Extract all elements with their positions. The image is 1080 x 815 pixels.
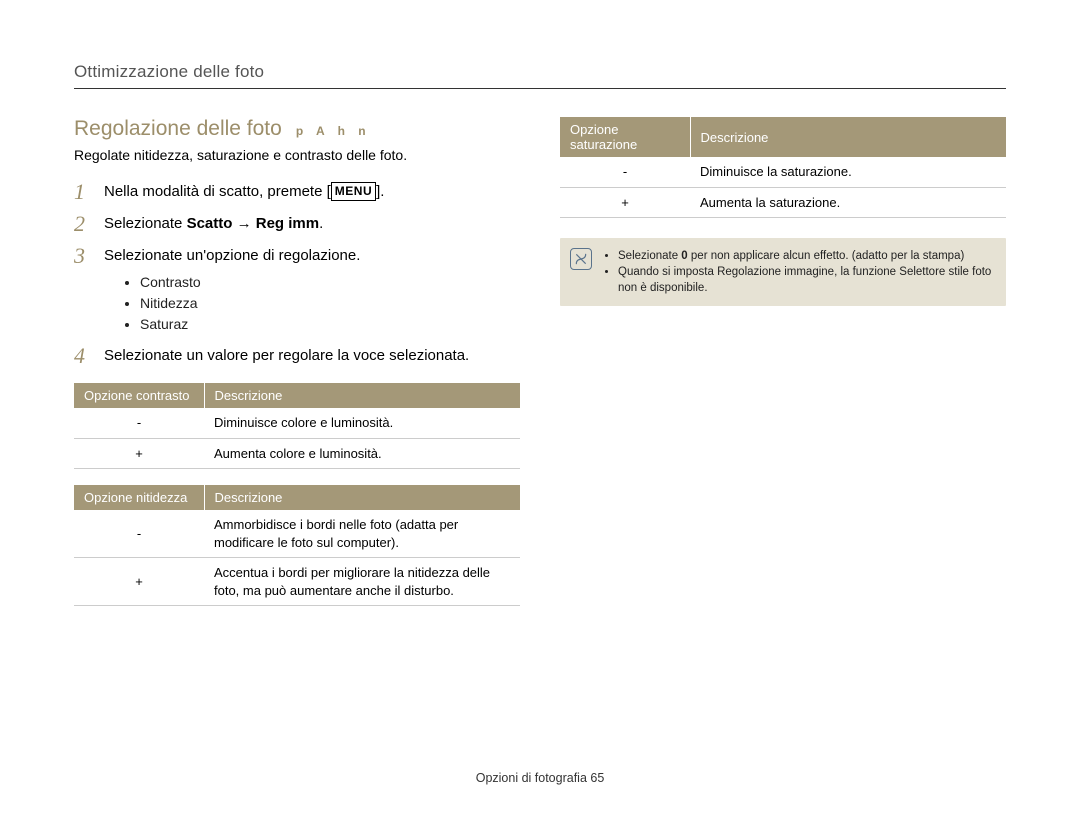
step-number: 4 bbox=[74, 345, 94, 367]
step-text: Selezionate un valore per regolare la vo… bbox=[104, 345, 469, 366]
table-row: - Diminuisce colore e luminosità. bbox=[74, 408, 520, 438]
step-3: 3 Selezionate un'opzione di regolazione.… bbox=[74, 245, 520, 335]
step-number: 1 bbox=[74, 181, 94, 203]
note-box: Selezionate 0 per non applicare alcun ef… bbox=[560, 238, 1006, 306]
step-text: Selezionate Scatto → Reg imm. bbox=[104, 213, 323, 234]
footer-section: Opzioni di fotografia bbox=[476, 771, 591, 785]
step-3-options: Contrasto Nitidezza Saturaz bbox=[140, 272, 360, 335]
note-item: Selezionate 0 per non applicare alcun ef… bbox=[618, 248, 994, 264]
table-cell-option: + bbox=[560, 187, 690, 218]
table-header: Descrizione bbox=[204, 383, 520, 408]
table-contrast: Opzione contrasto Descrizione - Diminuis… bbox=[74, 383, 520, 469]
steps-list: 1 Nella modalità di scatto, premete [MEN… bbox=[74, 181, 520, 367]
table-header: Opzione nitidezza bbox=[74, 485, 204, 510]
table-saturation: Opzione saturazione Descrizione - Diminu… bbox=[560, 117, 1006, 218]
table-cell-option: - bbox=[560, 157, 690, 187]
step-text-part: Selezionate bbox=[104, 215, 187, 232]
table-cell-desc: Aumenta la saturazione. bbox=[690, 187, 1006, 218]
heading-row: Regolazione delle foto p A h n bbox=[74, 117, 520, 141]
table-sharpness: Opzione nitidezza Descrizione - Ammorbid… bbox=[74, 485, 520, 606]
step-text-part: Nella modalità di scatto, premete [ bbox=[104, 183, 331, 200]
table-header: Descrizione bbox=[690, 117, 1006, 157]
column-left: Regolazione delle foto p A h n Regolate … bbox=[74, 117, 520, 606]
table-cell-option: - bbox=[74, 408, 204, 438]
table-row: + Aumenta colore e luminosità. bbox=[74, 438, 520, 469]
table-row: + Accentua i bordi per migliorare la nit… bbox=[74, 558, 520, 606]
table-row: + Aumenta la saturazione. bbox=[560, 187, 1006, 218]
table-cell-option: + bbox=[74, 438, 204, 469]
footer-page-number: 65 bbox=[590, 771, 604, 785]
table-header: Descrizione bbox=[204, 485, 520, 510]
step-text: Selezionate un'opzione di regolazione. C… bbox=[104, 245, 360, 335]
menu-button-label: MENU bbox=[331, 182, 376, 201]
step-text-bold: Scatto → Reg imm bbox=[187, 215, 320, 232]
footer: Opzioni di fotografia 65 bbox=[0, 771, 1080, 785]
mode-badges: p A h n bbox=[296, 124, 371, 138]
note-text-part: Selezionate bbox=[618, 250, 681, 262]
info-icon bbox=[570, 248, 592, 270]
step-text-part: ]. bbox=[376, 183, 384, 200]
step-number: 2 bbox=[74, 213, 94, 235]
column-right: Opzione saturazione Descrizione - Diminu… bbox=[560, 117, 1006, 606]
table-cell-option: - bbox=[74, 510, 204, 558]
table-cell-desc: Diminuisce colore e luminosità. bbox=[204, 408, 520, 438]
step-2: 2 Selezionate Scatto → Reg imm. bbox=[74, 213, 520, 235]
step-4: 4 Selezionate un valore per regolare la … bbox=[74, 345, 520, 367]
table-row: - Ammorbidisce i bordi nelle foto (adatt… bbox=[74, 510, 520, 558]
intro-text: Regolate nitidezza, saturazione e contra… bbox=[74, 147, 520, 163]
note-text-part: per non applicare alcun effetto. (adatto… bbox=[688, 250, 965, 262]
table-cell-desc: Diminuisce la saturazione. bbox=[690, 157, 1006, 187]
section-divider bbox=[74, 88, 1006, 89]
option-contrasto: Contrasto bbox=[140, 272, 360, 293]
step-text: Nella modalità di scatto, premete [MENU]… bbox=[104, 181, 384, 202]
step-number: 3 bbox=[74, 245, 94, 267]
table-row: - Diminuisce la saturazione. bbox=[560, 157, 1006, 187]
table-cell-option: + bbox=[74, 558, 204, 606]
table-cell-desc: Ammorbidisce i bordi nelle foto (adatta … bbox=[204, 510, 520, 558]
step-text-part: . bbox=[319, 215, 323, 232]
table-header: Opzione saturazione bbox=[560, 117, 690, 157]
page-heading: Regolazione delle foto bbox=[74, 117, 282, 141]
table-cell-desc: Accentua i bordi per migliorare la nitid… bbox=[204, 558, 520, 606]
section-title: Ottimizzazione delle foto bbox=[74, 62, 1006, 82]
option-nitidezza: Nitidezza bbox=[140, 293, 360, 314]
table-header: Opzione contrasto bbox=[74, 383, 204, 408]
step-text-part: Selezionate un'opzione di regolazione. bbox=[104, 247, 360, 264]
table-cell-desc: Aumenta colore e luminosità. bbox=[204, 438, 520, 469]
note-item: Quando si imposta Regolazione immagine, … bbox=[618, 264, 994, 296]
page: Ottimizzazione delle foto Regolazione de… bbox=[0, 0, 1080, 815]
option-saturaz: Saturaz bbox=[140, 314, 360, 335]
columns: Regolazione delle foto p A h n Regolate … bbox=[74, 117, 1006, 606]
step-1: 1 Nella modalità di scatto, premete [MEN… bbox=[74, 181, 520, 203]
note-list: Selezionate 0 per non applicare alcun ef… bbox=[618, 248, 994, 296]
